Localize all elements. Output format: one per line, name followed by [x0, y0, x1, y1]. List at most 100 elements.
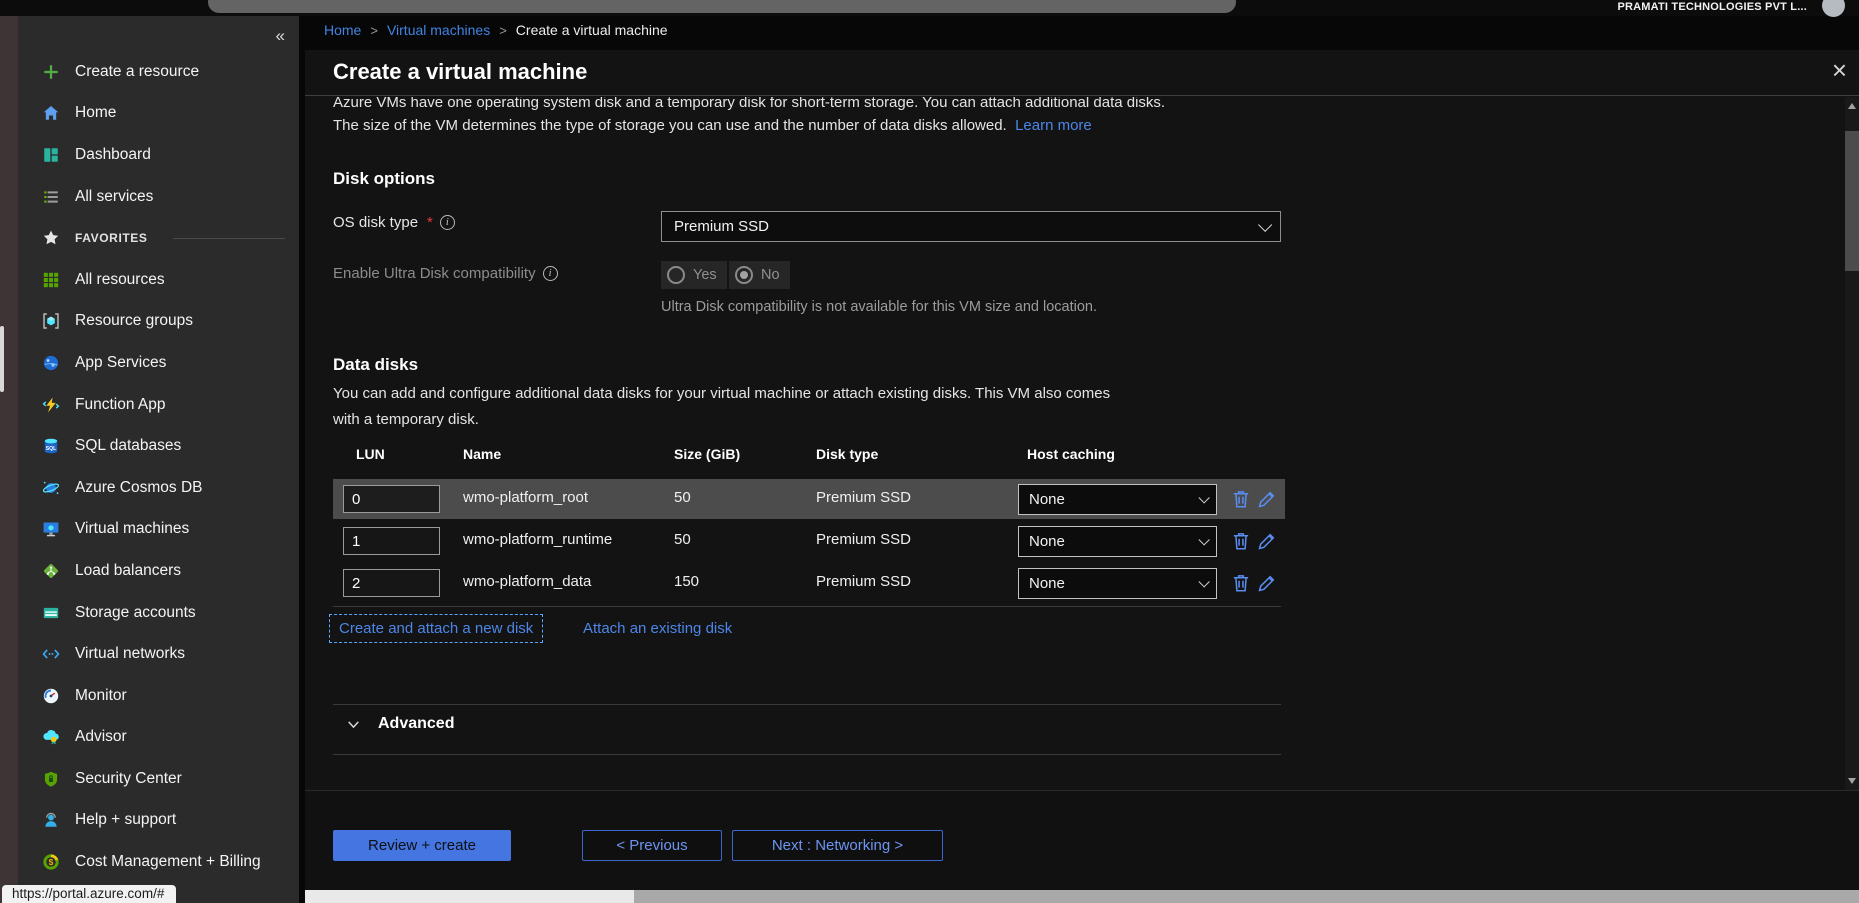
delete-disk-icon[interactable] — [1230, 530, 1252, 552]
virtual-network-icon — [42, 645, 60, 663]
sidebar-item-all-resources[interactable]: All resources — [18, 259, 299, 301]
review-create-button[interactable]: Review + create — [333, 830, 511, 861]
next-networking-button[interactable]: Next : Networking > — [732, 830, 943, 861]
scroll-down-icon[interactable] — [1848, 778, 1856, 784]
delete-disk-icon[interactable] — [1230, 488, 1252, 510]
disk-name: wmo-platform_data — [463, 573, 591, 590]
status-url: https://portal.azure.com/# — [2, 885, 176, 903]
info-icon[interactable] — [440, 215, 455, 230]
data-disks-description: You can add and configure additional dat… — [333, 381, 1123, 433]
sidebar-item-function-app[interactable]: Function App — [18, 384, 299, 426]
disk-size: 150 — [674, 573, 699, 590]
sidebar-item-storage-accounts[interactable]: Storage accounts — [18, 592, 299, 634]
chevron-down-icon — [1198, 492, 1209, 503]
sidebar-item-security-center[interactable]: Security Center — [18, 758, 299, 800]
delete-disk-icon[interactable] — [1230, 572, 1252, 594]
breadcrumb-separator-icon: > — [370, 23, 378, 38]
os-disk-type-label-row: OS disk type* — [333, 214, 455, 231]
ultra-disk-label-row: Enable Ultra Disk compatibility — [333, 265, 558, 282]
chevron-down-icon — [1198, 576, 1209, 587]
sidebar-item-virtual-networks[interactable]: Virtual networks — [18, 633, 299, 675]
sidebar-item-sql-databases[interactable]: SQL SQL databases — [18, 425, 299, 467]
disk-name: wmo-platform_runtime — [463, 531, 612, 548]
horizontal-scrollbar[interactable] — [305, 890, 1859, 903]
sidebar-item-monitor[interactable]: Monitor — [18, 675, 299, 717]
breadcrumb-home-link[interactable]: Home — [324, 22, 361, 38]
os-disk-type-dropdown[interactable]: Premium SSD — [661, 211, 1281, 242]
vertical-scrollbar-thumb[interactable] — [1845, 131, 1859, 271]
previous-button[interactable]: < Previous — [582, 830, 722, 861]
sidebar-collapse-icon[interactable]: « — [276, 26, 285, 46]
sidebar-item-advisor[interactable]: Advisor — [18, 717, 299, 759]
attach-existing-disk-link[interactable]: Attach an existing disk — [583, 620, 732, 637]
grid-icon — [42, 271, 60, 289]
sidebar-section-favorites: FAVORITES — [18, 217, 299, 259]
lun-input[interactable] — [343, 527, 440, 555]
divider — [333, 606, 1281, 607]
vertical-scrollbar[interactable] — [1845, 97, 1859, 790]
security-center-icon — [42, 770, 60, 788]
host-caching-select[interactable]: None — [1018, 526, 1217, 557]
intro-line2: The size of the VM determines the type o… — [333, 117, 1007, 134]
sidebar-item-dashboard[interactable]: Dashboard — [18, 134, 299, 176]
table-row: wmo-platform_root 50 Premium SSD None — [333, 479, 1285, 519]
chevron-down-icon — [1198, 534, 1209, 545]
advanced-toggle[interactable]: Advanced — [345, 715, 454, 733]
load-balancer-icon — [42, 562, 60, 580]
create-vm-panel: Create a virtual machine × Azure VMs hav… — [305, 50, 1859, 903]
divider — [333, 754, 1281, 755]
global-search-input[interactable] — [208, 0, 1236, 13]
resource-group-icon — [42, 312, 60, 330]
sidebar-item-app-services[interactable]: App Services — [18, 342, 299, 384]
sidebar-item-all-services[interactable]: All services — [18, 176, 299, 218]
host-caching-select[interactable]: None — [1018, 568, 1217, 599]
info-icon[interactable] — [543, 266, 558, 281]
sidebar-scrollbar-thumb[interactable] — [0, 326, 4, 392]
sidebar-item-create-a-resource[interactable]: Create a resource — [18, 51, 299, 93]
divider — [333, 704, 1281, 705]
avatar[interactable] — [1822, 0, 1845, 17]
chevron-down-icon — [345, 716, 362, 733]
chevron-down-icon — [1258, 217, 1272, 231]
dashboard-icon — [42, 146, 60, 164]
breadcrumb-virtual-machines-link[interactable]: Virtual machines — [387, 22, 490, 38]
create-attach-new-disk-link[interactable]: Create and attach a new disk — [329, 614, 543, 643]
disk-size: 50 — [674, 531, 691, 548]
plus-icon — [42, 63, 60, 81]
edit-disk-icon[interactable] — [1256, 488, 1278, 510]
col-lun: LUN — [356, 446, 385, 462]
host-caching-select[interactable]: None — [1018, 484, 1217, 515]
sidebar-item-resource-groups[interactable]: Resource groups — [18, 301, 299, 343]
col-name: Name — [463, 446, 501, 462]
table-row: wmo-platform_data 150 Premium SSD None — [333, 563, 1285, 603]
lun-input[interactable] — [343, 569, 440, 597]
sidebar-item-help-support[interactable]: Help + support — [18, 800, 299, 842]
page-title: Create a virtual machine — [333, 59, 587, 85]
lun-input[interactable] — [343, 485, 440, 513]
learn-more-link[interactable]: Learn more — [1015, 117, 1092, 134]
sql-database-icon: SQL — [42, 437, 60, 455]
scroll-up-icon[interactable] — [1848, 103, 1856, 109]
edit-disk-icon[interactable] — [1256, 530, 1278, 552]
sidebar-item-home[interactable]: Home — [18, 93, 299, 135]
sidebar-item-cost-management-billing[interactable]: $ Cost Management + Billing — [18, 841, 299, 883]
close-icon[interactable]: × — [1832, 55, 1847, 85]
tenant-name[interactable]: PRAMATI TECHNOLOGIES PVT L... — [1617, 1, 1807, 13]
star-icon — [42, 229, 60, 247]
sidebar-item-azure-cosmos-db[interactable]: Azure Cosmos DB — [18, 467, 299, 509]
disk-type: Premium SSD — [816, 531, 911, 548]
table-row: wmo-platform_runtime 50 Premium SSD None — [333, 521, 1285, 561]
disks-tab-content: Azure VMs have one operating system disk… — [305, 97, 1845, 790]
horizontal-scrollbar-thumb[interactable] — [634, 890, 1859, 903]
app-services-icon — [42, 354, 60, 372]
intro-line1: Azure VMs have one operating system disk… — [333, 97, 1443, 114]
sidebar-item-load-balancers[interactable]: Load balancers — [18, 550, 299, 592]
sidebar-list: Create a resource Home Dashboard All ser… — [18, 51, 299, 883]
edit-disk-icon[interactable] — [1256, 572, 1278, 594]
disk-name: wmo-platform_root — [463, 489, 588, 506]
col-size: Size (GiB) — [674, 446, 740, 462]
disk-type: Premium SSD — [816, 489, 911, 506]
ultra-disk-no-radio: No — [729, 261, 790, 289]
sidebar-item-virtual-machines[interactable]: Virtual machines — [18, 509, 299, 551]
disk-size: 50 — [674, 489, 691, 506]
